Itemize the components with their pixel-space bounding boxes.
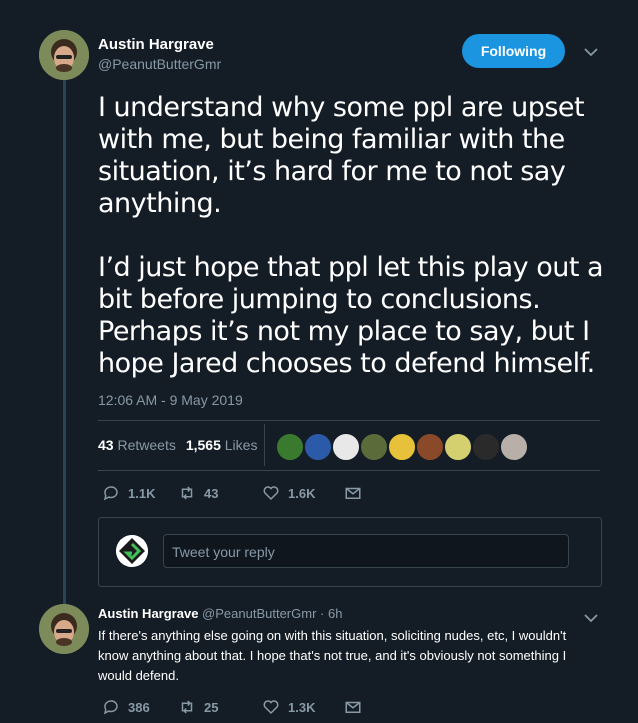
like-action[interactable]: 1.3K [262, 698, 344, 716]
retweet-icon [181, 700, 193, 714]
reply-header: Austin Hargrave @PeanutButterGmr · 6h [98, 606, 342, 621]
liker-avatar[interactable] [303, 432, 333, 462]
tweet-stats: 43 Retweets 1,565 Likes [98, 437, 257, 453]
like-count: 1.6K [288, 485, 316, 501]
liker-avatar[interactable] [499, 432, 529, 462]
avatar-image [39, 604, 89, 654]
retweet-icon [181, 486, 193, 500]
user-logo-icon [116, 535, 148, 567]
direct-message-action[interactable] [344, 484, 362, 502]
retweets-stat[interactable]: 43 Retweets [98, 437, 176, 453]
thread-line [63, 80, 66, 612]
envelope-icon [345, 487, 361, 499]
likes-stat[interactable]: 1,565 Likes [186, 437, 258, 453]
liker-avatar[interactable] [387, 432, 417, 462]
current-user-avatar[interactable] [116, 535, 148, 567]
avatar-image [39, 30, 89, 80]
avatar[interactable] [39, 30, 89, 80]
reply-count: 1.1K [128, 485, 156, 501]
envelope-icon [345, 701, 361, 713]
reply-author-avatar[interactable] [39, 604, 89, 654]
reply-action[interactable]: 386 [102, 698, 178, 716]
retweet-action[interactable]: 25 [178, 698, 262, 716]
direct-message-action[interactable] [344, 698, 362, 716]
retweet-action[interactable]: 43 [178, 484, 262, 502]
tweet-timestamp[interactable]: 12:06 AM - 9 May 2019 [98, 392, 243, 408]
retweet-count: 43 [204, 485, 219, 501]
like-count: 1.3K [288, 699, 316, 715]
divider [98, 420, 600, 421]
reply-action[interactable]: 1.1K [102, 484, 178, 502]
divider [98, 470, 600, 471]
reply-text: If there's anything else going on with t… [98, 628, 567, 683]
liker-avatars [275, 432, 529, 462]
author-handle[interactable]: @PeanutButterGmr [98, 56, 221, 72]
reply-count: 386 [128, 699, 150, 715]
chevron-down-icon[interactable] [584, 44, 598, 62]
following-button[interactable]: Following [462, 34, 565, 68]
reply-box: Tweet your reply [98, 517, 602, 587]
reply-actions: 386 25 1.3K [102, 698, 362, 716]
retweet-count: 25 [204, 699, 219, 715]
like-action[interactable]: 1.6K [262, 484, 344, 502]
reply-icon [103, 700, 118, 715]
liker-avatar[interactable] [275, 432, 305, 462]
reply-input[interactable]: Tweet your reply [163, 534, 569, 568]
tweet-text: I understand why some ppl are upset with… [98, 92, 604, 379]
reply-author-name[interactable]: Austin Hargrave [98, 606, 198, 621]
liker-avatar[interactable] [359, 432, 389, 462]
liker-avatar[interactable] [443, 432, 473, 462]
heart-icon [263, 486, 279, 501]
liker-avatar[interactable] [415, 432, 445, 462]
stats-separator [264, 424, 265, 466]
reply-age[interactable]: · 6h [320, 606, 342, 621]
heart-icon [263, 700, 279, 715]
author-name[interactable]: Austin Hargrave [98, 36, 214, 53]
liker-avatar[interactable] [331, 432, 361, 462]
liker-avatar[interactable] [471, 432, 501, 462]
tweet-actions: 1.1K 43 1.6K [102, 484, 362, 502]
reply-icon [103, 486, 118, 501]
reply-author-handle[interactable]: @PeanutButterGmr [202, 606, 316, 621]
